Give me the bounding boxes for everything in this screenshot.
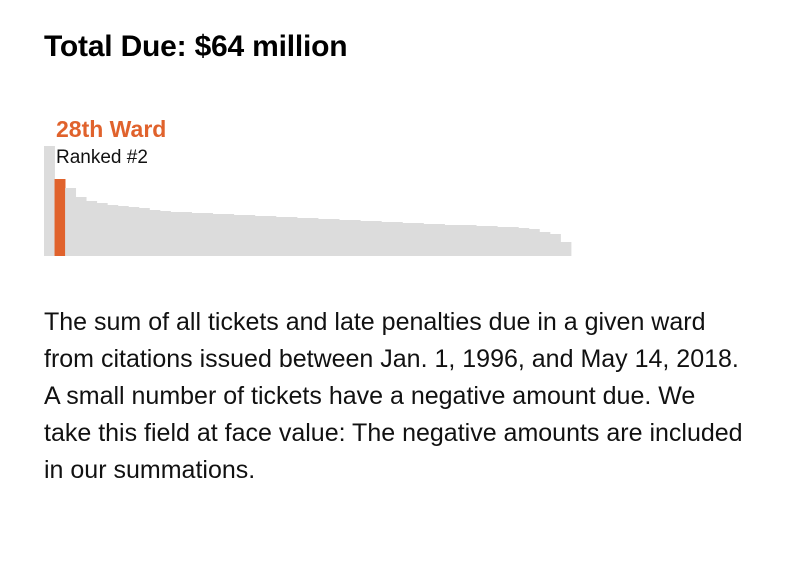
bar xyxy=(244,215,256,256)
bar xyxy=(233,215,245,256)
bar xyxy=(539,232,551,256)
bar xyxy=(486,226,498,256)
bar xyxy=(117,206,129,256)
bar xyxy=(96,203,108,256)
bar xyxy=(381,222,393,256)
bar xyxy=(518,228,530,256)
bar xyxy=(286,217,298,256)
bar xyxy=(86,201,98,256)
bar xyxy=(44,146,55,256)
bar xyxy=(549,234,561,256)
bar xyxy=(476,226,488,256)
bar xyxy=(265,216,277,256)
bar xyxy=(339,220,351,256)
bar xyxy=(528,229,540,256)
bar xyxy=(181,212,192,256)
bar xyxy=(444,225,456,256)
bar xyxy=(107,205,119,256)
bar xyxy=(370,221,382,256)
bar xyxy=(65,188,77,256)
bar xyxy=(75,197,87,256)
description-text: The sum of all tickets and late penaltie… xyxy=(44,308,743,484)
bar xyxy=(159,211,171,256)
bar xyxy=(412,223,424,256)
ward-ranking-chart: 28th Ward Ranked #2 xyxy=(44,112,584,262)
bar xyxy=(212,214,224,256)
bar xyxy=(349,220,361,256)
bar xyxy=(275,217,287,256)
bar xyxy=(296,218,308,256)
bar xyxy=(307,218,319,256)
bar xyxy=(433,224,445,256)
bar xyxy=(423,224,435,256)
bar xyxy=(202,213,214,256)
highlight-bar xyxy=(54,179,66,256)
bar xyxy=(254,216,266,256)
bar xyxy=(149,210,161,256)
bar xyxy=(391,222,403,256)
bar xyxy=(328,219,340,256)
bar xyxy=(170,212,182,256)
bar xyxy=(402,223,414,256)
chart-title: Total Due: $64 million xyxy=(44,30,348,63)
highlight-ward-label: 28th Ward xyxy=(56,116,167,142)
bar xyxy=(465,225,477,256)
bar xyxy=(191,213,203,256)
highlight-rank-label: Ranked #2 xyxy=(56,147,148,168)
bar xyxy=(128,207,140,256)
bar xyxy=(497,227,509,256)
bar xyxy=(318,219,329,256)
bar xyxy=(223,214,235,256)
bar xyxy=(507,227,519,256)
bar xyxy=(560,242,572,256)
bar xyxy=(138,208,150,256)
bar xyxy=(360,221,372,256)
bar xyxy=(455,225,466,256)
